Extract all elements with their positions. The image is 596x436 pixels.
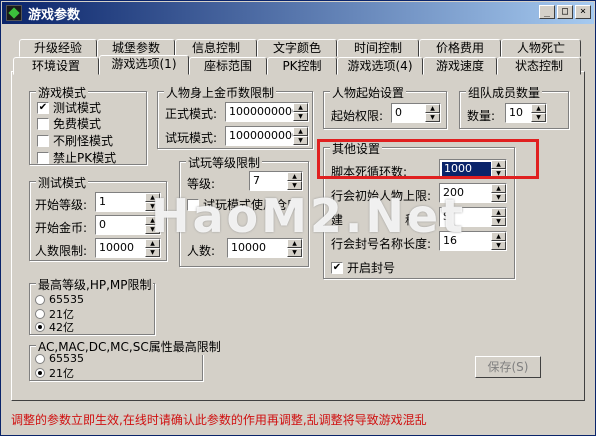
spin-down-icon: ▼ [145, 248, 160, 257]
start-settings-title: 人物起始设置 [330, 84, 407, 101]
trial-level-spinner[interactable]: 7 ▲ ▼ [249, 171, 303, 191]
tab-time-control[interactable]: 时间控制 [337, 39, 419, 57]
radio-attr-21e8[interactable]: 21亿 [35, 365, 74, 381]
radio-icon [35, 353, 45, 364]
tab-pk-control[interactable]: PK控制 [267, 57, 337, 75]
chk-no-pk-mode[interactable]: 禁止PK模式 [37, 149, 116, 166]
window-title: 游戏参数 [28, 7, 81, 23]
spin-up-icon: ▲ [293, 103, 308, 112]
spin-down-icon: ▼ [491, 241, 506, 250]
team-size-title: 组队成员数量 [466, 84, 543, 101]
spin-up-icon: ▲ [293, 127, 308, 136]
checkbox-icon [37, 151, 49, 164]
title-bar[interactable]: 游戏参数 _ □ × [2, 2, 594, 24]
people-limit-label: 人数限制: [35, 244, 88, 258]
spin-up-icon: ▲ [425, 104, 440, 113]
radio-attr-65535[interactable]: 65535 [35, 352, 84, 365]
radio-max-65535[interactable]: 65535 [35, 293, 84, 306]
team-count-label: 数量: [467, 109, 496, 123]
radio-icon [35, 368, 45, 378]
start-level-label: 开始等级: [35, 198, 88, 212]
start-gold-label: 开始金币: [35, 221, 88, 235]
spin-down-icon: ▼ [293, 112, 308, 121]
spin-up-icon: ▲ [491, 208, 506, 217]
app-icon [6, 5, 22, 21]
checkbox-icon: ✔ [331, 261, 343, 274]
tab-game-speed[interactable]: 游戏速度 [423, 57, 497, 75]
trial-gold-spinner[interactable]: 1000000000 ▲ ▼ [225, 126, 309, 146]
spin-down-icon: ▼ [425, 113, 440, 122]
team-count-spinner[interactable]: 10 ▲ ▼ [505, 103, 547, 123]
spin-up-icon: ▲ [287, 172, 302, 181]
spin-up-icon: ▲ [531, 104, 546, 113]
spin-up-icon: ▲ [491, 232, 506, 241]
spin-down-icon: ▼ [293, 136, 308, 145]
chk-no-monster-mode[interactable]: 不刷怪模式 [37, 132, 113, 149]
spin-down-icon: ▼ [491, 217, 506, 226]
tab-text-color[interactable]: 文字颜色 [257, 39, 337, 57]
spin-down-icon: ▼ [287, 248, 302, 257]
maximize-button[interactable]: □ [557, 5, 573, 19]
status-warning: 调整的参数立即生效,在线时请确认此参数的作用再调整,乱调整将导致游戏混乱 [11, 413, 427, 427]
trial-mode-label: 试玩模式: [165, 131, 218, 145]
spin-up-icon: ▲ [491, 184, 506, 193]
spin-down-icon: ▼ [531, 113, 546, 122]
start-perm-label: 起始权限: [331, 109, 384, 123]
spin-down-icon: ▼ [491, 193, 506, 202]
formal-mode-label: 正式模式: [165, 107, 218, 121]
tab-death[interactable]: 人物死亡 [501, 39, 581, 57]
start-perm-spinner[interactable]: 0 ▲ ▼ [391, 103, 441, 123]
checkbox-icon: ✔ [37, 101, 49, 114]
chk-test-mode[interactable]: ✔ 测试模式 [37, 99, 101, 116]
radio-icon [35, 309, 45, 319]
tab-game-options-4[interactable]: 游戏选项(4) [337, 57, 423, 75]
tab-row-1: 升级经验 城堡参数 信息控制 文字颜色 时间控制 价格费用 人物死亡 [11, 39, 585, 57]
tab-game-options-1[interactable]: 游戏选项(1) [99, 55, 189, 75]
max-level-title: 最高等级,HP,MP限制 [36, 276, 154, 293]
trial-level-title: 试玩等级限制 [186, 154, 263, 171]
tab-coord-range[interactable]: 座标范围 [189, 57, 267, 75]
trial-people-label: 人数: [187, 244, 216, 258]
chk-enable-title[interactable]: ✔ 开启封号 [331, 259, 395, 276]
radio-icon [35, 322, 45, 332]
tab-environment[interactable]: 环境设置 [13, 57, 99, 75]
tab-status-control[interactable]: 状态控制 [497, 57, 581, 75]
test-mode-title: 测试模式 [36, 174, 89, 191]
save-button[interactable]: 保存(S) [475, 356, 541, 378]
watermark: HaoM2.Net [151, 189, 467, 243]
highlight-box [317, 139, 539, 179]
gold-limit-title: 人物身上金币数限制 [164, 84, 277, 101]
tab-price[interactable]: 价格费用 [419, 39, 501, 57]
checkbox-icon [37, 134, 49, 147]
tab-row-2: 环境设置 游戏选项(1) 座标范围 PK控制 游戏选项(4) 游戏速度 状态控制 [11, 55, 585, 75]
checkbox-icon [37, 117, 49, 130]
tab-upgrade-exp[interactable]: 升级经验 [19, 39, 97, 57]
radio-max-42e8[interactable]: 42亿 [35, 319, 74, 335]
main-window: 游戏参数 _ □ × 升级经验 城堡参数 信息控制 文字颜色 时间控制 价格费用… [0, 0, 596, 436]
chk-free-mode[interactable]: 免费模式 [37, 115, 101, 132]
close-button[interactable]: × [575, 5, 591, 19]
formal-gold-spinner[interactable]: 1000000000 ▲ ▼ [225, 102, 309, 122]
radio-icon [35, 294, 45, 305]
minimize-button[interactable]: _ [539, 5, 555, 19]
